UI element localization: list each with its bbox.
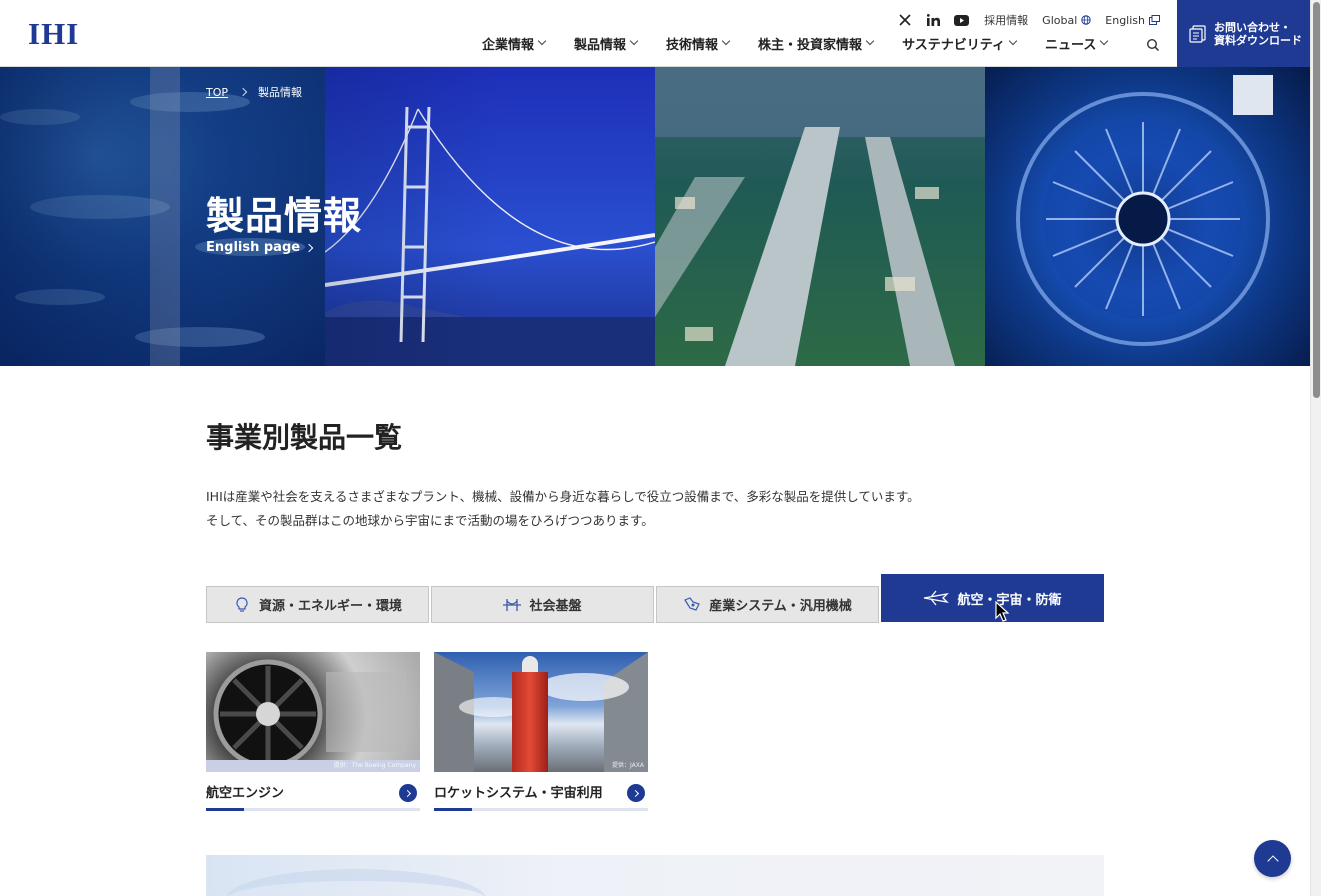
hero-image-factory: [655, 67, 985, 366]
contact-line-2: 資料ダウンロード: [1214, 33, 1302, 47]
chevron-right-icon: [304, 243, 314, 252]
decorative-arc: [226, 869, 486, 896]
machinery-icon: [683, 597, 701, 613]
chevron-down-icon: [865, 36, 875, 46]
chevron-down-icon: [629, 36, 639, 46]
breadcrumb: TOP 製品情報: [206, 84, 302, 100]
nav-products[interactable]: 製品情報: [574, 34, 639, 53]
linkedin-icon[interactable]: [924, 12, 942, 28]
arrow-right-icon: [399, 784, 417, 802]
card-label: 航空エンジン: [206, 786, 285, 801]
image-credit: 提供：JAXA: [612, 762, 644, 769]
chevron-down-icon: [1008, 36, 1018, 46]
card-underline: [434, 808, 648, 811]
contact-download-button[interactable]: お問い合わせ・ 資料ダウンロード: [1177, 0, 1310, 67]
hero-banner: TOP 製品情報 製品情報 English page: [0, 67, 1310, 366]
product-cards: 提供：The Boeing Company 航空エンジン 提供：JAXA ロケッ…: [206, 652, 648, 811]
external-link-icon: [1149, 15, 1160, 25]
card-aero-engine[interactable]: 提供：The Boeing Company 航空エンジン: [206, 652, 420, 811]
back-to-top-button[interactable]: [1254, 840, 1291, 877]
chevron-up-icon: [1266, 854, 1279, 867]
nav-news[interactable]: ニュース: [1045, 34, 1109, 53]
chevron-down-icon: [721, 36, 731, 46]
page: IHI 採用情報 Global English 企業情報 製品情報 技術情報 株: [0, 0, 1321, 896]
chevron-down-icon: [537, 36, 547, 46]
nav-corporate[interactable]: 企業情報: [482, 34, 547, 53]
page-title: 製品情報: [206, 194, 363, 238]
ihi-logo[interactable]: IHI: [28, 18, 79, 49]
airplane-icon: [923, 590, 950, 606]
aero-engine-image: 提供：The Boeing Company: [206, 652, 420, 772]
breadcrumb-current: 製品情報: [258, 86, 303, 99]
card-label: ロケットシステム・宇宙利用: [434, 786, 603, 801]
bridge-icon: [503, 597, 522, 613]
english-page-link[interactable]: English page: [206, 240, 314, 255]
x-icon[interactable]: [896, 12, 914, 28]
scrollbar[interactable]: [1310, 0, 1321, 896]
youtube-icon[interactable]: [952, 12, 970, 28]
intro-line-2: そして、その製品群はこの地球から宇宙にまで活動の場をひろげつつあります。: [206, 513, 654, 528]
nav-investors[interactable]: 株主・投資家情報: [758, 34, 875, 53]
global-link[interactable]: Global: [1042, 14, 1091, 27]
nav-sustainability[interactable]: サステナビリティ: [902, 34, 1018, 53]
launch-tower: [512, 672, 548, 772]
tab-energy[interactable]: 資源・エネルギー・環境: [206, 586, 429, 623]
globe-icon: [1081, 15, 1091, 25]
arrow-right-icon: [627, 784, 645, 802]
card-rocket-systems[interactable]: 提供：JAXA ロケットシステム・宇宙利用: [434, 652, 648, 811]
feature-banner: [206, 855, 1104, 896]
image-credit: 提供：The Boeing Company: [333, 762, 416, 769]
intro-text: IHIは産業や社会を支えるさまざまなプラント、機械、設備から身近な暮らしで役立つ…: [206, 485, 920, 533]
tab-industrial-systems[interactable]: 産業システム・汎用機械: [656, 586, 879, 623]
section-title: 事業別製品一覧: [206, 421, 403, 454]
business-tabs: 資源・エネルギー・環境 社会基盤 産業システム・汎用機械 航空・宇宙・防衛: [206, 574, 1104, 623]
search-icon[interactable]: [1146, 37, 1160, 52]
chevron-right-icon: [238, 87, 248, 97]
breadcrumb-top-link[interactable]: TOP: [206, 86, 228, 99]
utility-nav: 採用情報 Global English: [886, 12, 1160, 28]
contact-line-1: お問い合わせ・: [1214, 20, 1291, 34]
intro-line-1: IHIは産業や社会を支えるさまざまなプラント、機械、設備から身近な暮らしで役立つ…: [206, 489, 920, 504]
hero-image-jet-engine: [985, 67, 1310, 366]
mouse-cursor-icon: [995, 601, 1009, 622]
site-header: IHI 採用情報 Global English 企業情報 製品情報 技術情報 株: [0, 0, 1310, 67]
lightbulb-icon: [233, 596, 251, 613]
english-site-link[interactable]: English: [1105, 14, 1160, 27]
document-icon: [1189, 24, 1206, 43]
nav-technology[interactable]: 技術情報: [666, 34, 731, 53]
tab-aerospace-defense[interactable]: 航空・宇宙・防衛: [881, 574, 1104, 622]
rocket-image: 提供：JAXA: [434, 652, 648, 772]
tab-infrastructure[interactable]: 社会基盤: [431, 586, 654, 623]
global-nav: 企業情報 製品情報 技術情報 株主・投資家情報 サステナビリティ ニュース: [482, 34, 1136, 53]
scrollbar-thumb[interactable]: [1313, 2, 1320, 398]
card-underline: [206, 808, 420, 811]
recruit-link[interactable]: 採用情報: [984, 12, 1028, 28]
chevron-down-icon: [1100, 36, 1109, 46]
